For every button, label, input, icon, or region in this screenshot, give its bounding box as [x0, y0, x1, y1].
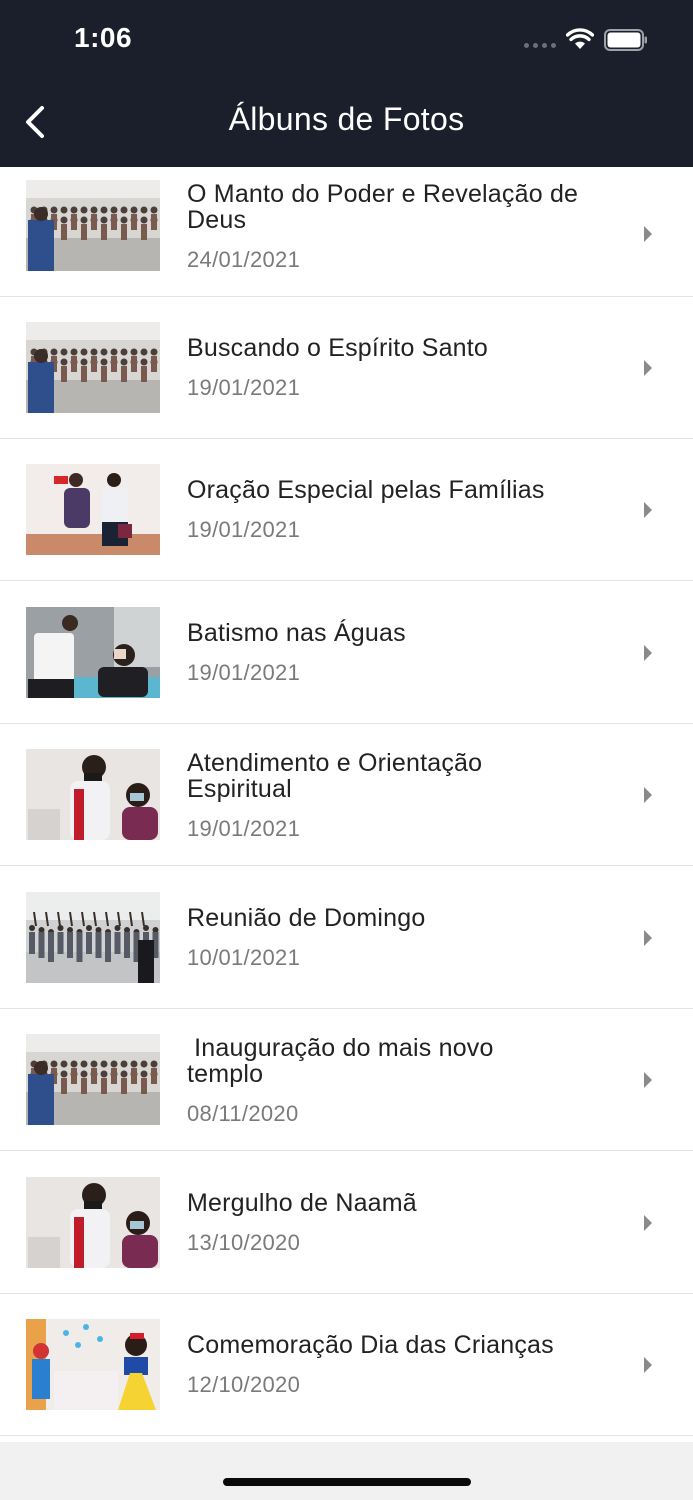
album-date: 19/01/2021 [187, 375, 301, 400]
disclosure-arrow-icon [644, 360, 652, 376]
album-title: Buscando o Espírito Santo [187, 334, 489, 362]
wifi-icon [566, 28, 594, 49]
album-thumbnail [26, 180, 160, 271]
album-thumbnail [26, 607, 160, 698]
page-title: Álbuns de Fotos [228, 101, 465, 137]
album-date: 13/10/2020 [187, 1230, 301, 1255]
album-title: Batismo nas Águas [187, 619, 406, 647]
album-thumbnail [26, 1177, 160, 1268]
album-date: 12/10/2020 [187, 1372, 301, 1397]
album-title: Inauguração do mais novo templo [187, 1034, 494, 1088]
disclosure-arrow-icon [644, 787, 652, 803]
album-row[interactable]: Comemoração Dia das Crianças 12/10/2020 [0, 1294, 693, 1436]
album-title: Oração Especial pelas Famílias [187, 476, 545, 504]
album-row[interactable]: O Manto do Poder e Revelação de Deus 24/… [0, 167, 693, 297]
album-date: 24/01/2021 [187, 247, 301, 272]
album-row[interactable]: Buscando o Espírito Santo 19/01/2021 [0, 297, 693, 439]
album-title: Reunião de Domingo [187, 904, 426, 932]
album-row[interactable]: Inauguração do mais novo templo 08/11/20… [0, 1009, 693, 1151]
album-thumbnail [26, 464, 160, 555]
album-date: 19/01/2021 [187, 660, 301, 685]
album-row[interactable]: Mergulho de Naamã 13/10/2020 [0, 1152, 693, 1294]
disclosure-arrow-icon [644, 930, 652, 946]
album-date: 19/01/2021 [187, 517, 301, 542]
album-date: 10/01/2021 [187, 945, 301, 970]
album-row[interactable]: Atendimento e Orientação Espiritual 19/0… [0, 724, 693, 866]
album-title: O Manto do Poder e Revelação de Deus [187, 180, 579, 234]
cellular-signal-icon [524, 43, 556, 48]
disclosure-arrow-icon [644, 1215, 652, 1231]
battery-icon [604, 29, 647, 51]
album-row[interactable]: Reunião de Domingo 10/01/2021 [0, 867, 693, 1009]
disclosure-arrow-icon [644, 1357, 652, 1373]
nav-header: 1:06 Álbuns de Fotos [0, 0, 693, 167]
album-thumbnail [26, 1319, 160, 1410]
status-time: 1:06 [74, 22, 133, 53]
album-title: Comemoração Dia das Crianças [187, 1331, 554, 1359]
album-row[interactable]: Batismo nas Águas 19/01/2021 [0, 582, 693, 724]
album-thumbnail [26, 322, 160, 413]
album-date: 08/11/2020 [187, 1101, 299, 1126]
album-list[interactable]: O Manto do Poder e Revelação de Deus 24/… [0, 167, 693, 1442]
album-thumbnail [26, 892, 160, 983]
disclosure-arrow-icon [644, 226, 652, 242]
disclosure-arrow-icon [644, 1072, 652, 1088]
disclosure-arrow-icon [644, 502, 652, 518]
album-date: 19/01/2021 [187, 816, 301, 841]
album-row[interactable]: Oração Especial pelas Famílias 19/01/202… [0, 439, 693, 581]
home-indicator[interactable] [223, 1478, 471, 1486]
disclosure-arrow-icon [644, 645, 652, 661]
album-title: Atendimento e Orientação Espiritual [187, 749, 483, 803]
album-thumbnail [26, 1034, 160, 1125]
album-title: Mergulho de Naamã [187, 1189, 417, 1217]
album-thumbnail [26, 749, 160, 840]
bottom-safe-area [0, 1442, 693, 1500]
